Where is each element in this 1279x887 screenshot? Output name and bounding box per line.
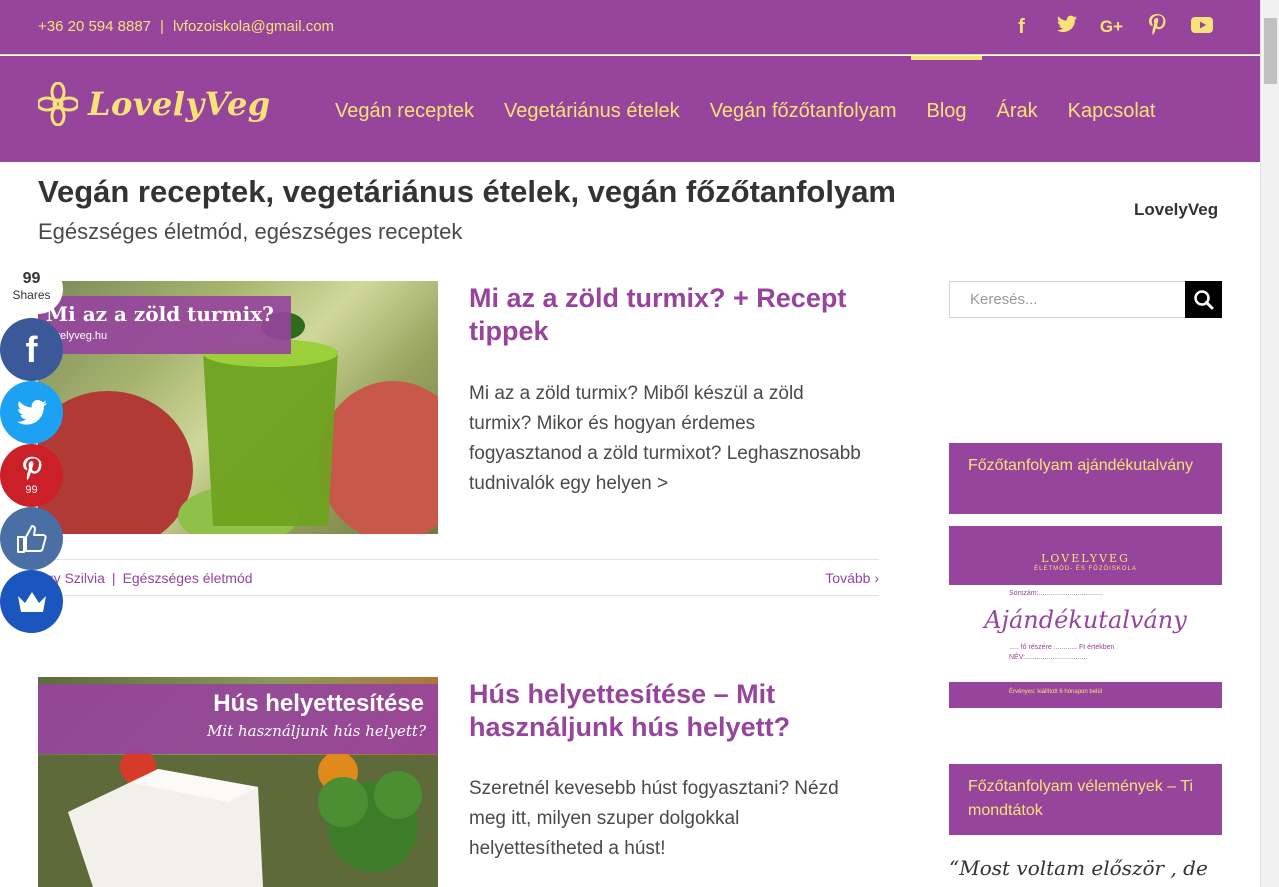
contact-separator: |: [160, 18, 164, 35]
post-category-link[interactable]: Egészséges életmód: [123, 570, 253, 586]
facebook-share-button[interactable]: f: [0, 318, 63, 381]
post-excerpt: Szeretnél kevesebb húst fogyasztani? Néz…: [469, 778, 839, 859]
read-more-link[interactable]: Tovább ›: [825, 570, 879, 586]
voucher-tagline: ÉLETMÓD- ÉS FŐZŐISKOLA: [1034, 566, 1137, 572]
nav-item-vegan-receptek[interactable]: Vegán receptek: [320, 56, 489, 162]
post-meta-info: agy Szilvia | Egészséges életmód: [38, 570, 253, 586]
read-more-label: Tovább: [825, 570, 871, 586]
social-links: f G+: [999, 14, 1224, 40]
post-title[interactable]: Mi az a zöld turmix? + Recept tippek: [469, 282, 889, 348]
phone-link[interactable]: +36 20 594 8887: [38, 18, 151, 35]
top-bar: +36 20 594 8887 | lvfozoiskola@gmail.com f…: [0, 0, 1260, 55]
nav-item-vegetarianus-etelek[interactable]: Vegetáriánus ételek: [489, 56, 695, 162]
page-subtitle: Egészséges életmód, egészséges receptek: [38, 219, 463, 244]
review-quote: “Most voltam először , de: [949, 856, 1208, 880]
nav-item-blog[interactable]: Blog: [911, 56, 982, 162]
page-title: Vegán receptek, vegetáriánus ételek, veg…: [38, 174, 896, 209]
pinterest-icon[interactable]: [1134, 14, 1179, 40]
main-nav: Vegán receptek Vegetáriánus ételek Vegán…: [320, 56, 1170, 162]
chevron-right-icon: ›: [874, 570, 879, 586]
meta-separator: |: [111, 570, 116, 586]
search-button[interactable]: [1185, 281, 1222, 318]
thumbnail-banner-title: Mi az a zöld turmix?: [46, 302, 274, 326]
twitter-icon: [16, 400, 47, 425]
scrollbar-thumb[interactable]: [1264, 18, 1277, 84]
site-header: LovelyVeg Vegán receptek Vegetáriánus ét…: [0, 56, 1260, 162]
nav-item-kapcsolat[interactable]: Kapcsolat: [1053, 56, 1171, 162]
voucher-heading: Ajándékutalvány: [984, 606, 1187, 634]
thumbnail-banner-subtitle: Mit használjunk hús helyett?: [207, 722, 426, 740]
google-plus-icon[interactable]: G+: [1089, 14, 1134, 40]
site-logo[interactable]: LovelyVeg: [38, 82, 271, 126]
thumbs-up-icon: [16, 524, 47, 553]
thumbnail-banner-site: lovelyveg.hu: [46, 330, 108, 342]
search-icon: [1194, 290, 1214, 310]
search-input[interactable]: Keresés...: [949, 281, 1186, 318]
contact-info: +36 20 594 8887 | lvfozoiskola@gmail.com: [38, 18, 334, 35]
thumbnail-banner-title: Hús helyettesítése: [213, 690, 424, 717]
pinterest-share-count: 99: [25, 483, 38, 496]
voucher-people: ..... fő részére ............ Ft értékbe…: [1009, 644, 1115, 651]
facebook-icon: f: [25, 328, 38, 370]
post-excerpt: Mi az a zöld turmix? Miből készül a zöld…: [469, 383, 861, 494]
flower-logo-icon: [38, 82, 78, 126]
share-counter: 99 Shares: [0, 264, 63, 314]
voucher-serial: Sorszám:................................…: [1009, 590, 1103, 597]
voucher-footer-band: [949, 682, 1222, 708]
voucher-name: NÉV:................................: [1009, 654, 1088, 661]
email-link[interactable]: lvfozoiskola@gmail.com: [173, 18, 334, 35]
sidebar-site-name: LovelyVeg: [1134, 200, 1219, 219]
post-thumbnail-green-smoothie[interactable]: Mi az a zöld turmix? lovelyveg.hu: [38, 281, 438, 534]
page-scrollbar[interactable]: [1260, 0, 1279, 887]
post-meta-bar: agy Szilvia | Egészséges életmód Tovább ›: [38, 559, 879, 596]
voucher-validity: Érvényes: kiállított 6 hónapon belül: [1009, 689, 1103, 695]
brand-name: LovelyVeg: [88, 85, 271, 123]
nav-item-arak[interactable]: Árak: [982, 56, 1053, 162]
sumo-share-button[interactable]: [0, 570, 63, 633]
post-title[interactable]: Hús helyettesítése – Mit használjunk hús…: [469, 678, 889, 744]
voucher-brand: LOVELYVEG: [1041, 552, 1130, 565]
thumbnail-banner: Mi az a zöld turmix? lovelyveg.hu: [38, 296, 291, 354]
share-count-number: 99: [22, 270, 41, 287]
like-share-button[interactable]: [0, 507, 63, 570]
share-count-label: Shares: [12, 288, 51, 302]
thumbnail-banner: Hús helyettesítése Mit használjunk hús h…: [38, 684, 438, 754]
pinterest-share-button[interactable]: 99: [0, 444, 63, 507]
crown-icon: [17, 591, 46, 612]
facebook-icon[interactable]: f: [999, 14, 1044, 40]
gift-voucher-image[interactable]: LOVELYVEG ÉLETMÓD- ÉS FŐZŐISKOLA Sorszám…: [949, 526, 1222, 708]
nav-item-vegan-fozotanfolyam[interactable]: Vegán főzőtanfolyam: [695, 56, 912, 162]
youtube-icon[interactable]: [1179, 14, 1224, 40]
post-thumbnail-meat-substitute[interactable]: Hús helyettesítése Mit használjunk hús h…: [38, 677, 438, 887]
widget-title-reviews: Főzőtanfolyam vélemények – Ti mondtátok: [949, 764, 1222, 835]
twitter-share-button[interactable]: [0, 381, 63, 444]
pinterest-icon: [22, 456, 41, 480]
widget-title-gift-voucher: Főzőtanfolyam ajándékutalvány: [949, 443, 1222, 514]
twitter-icon[interactable]: [1044, 14, 1089, 40]
